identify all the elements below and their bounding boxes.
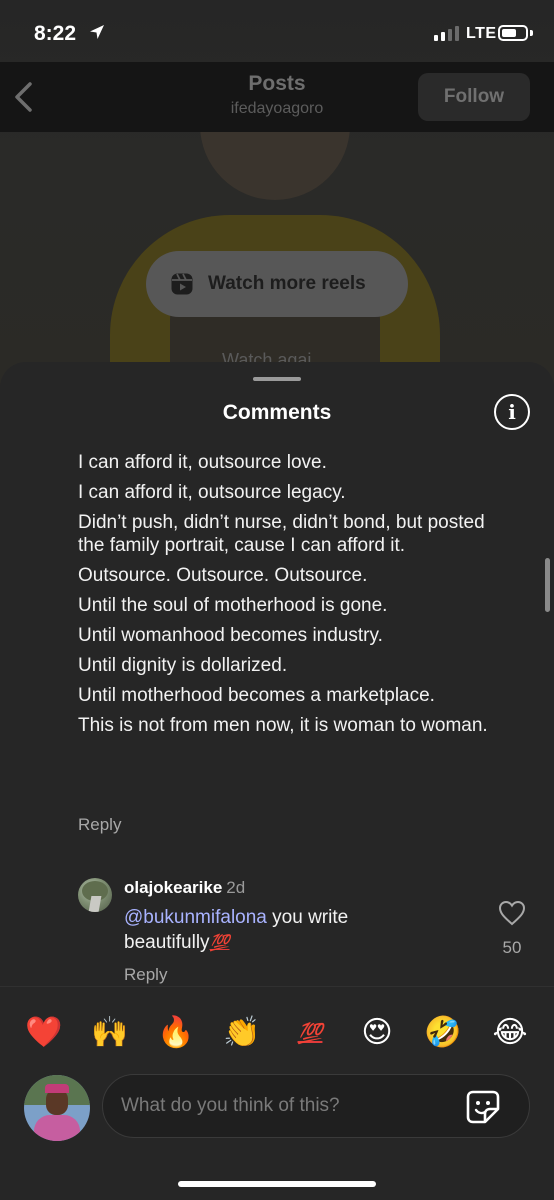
sheet-drag-handle[interactable]: [253, 377, 301, 381]
comment-composer-area: ❤️ 🙌 🔥 👏 💯 😍 🤣 😂: [0, 986, 554, 1200]
status-time: 8:22: [34, 22, 77, 45]
emoji-heart-eyes-button[interactable]: 😍: [357, 1013, 397, 1053]
comment-input[interactable]: [121, 1075, 451, 1137]
battery-tip: [530, 30, 533, 36]
reply-comment-text: @bukunmifalona you write beautifully💯: [124, 905, 454, 956]
top-navigation: Posts ifedayoagoro Follow: [0, 62, 554, 132]
comment-line: This is not from men now, it is woman to…: [78, 715, 488, 736]
comment-line: I can afford it, outsource love.: [78, 452, 327, 473]
info-icon[interactable]: i: [494, 394, 530, 430]
comment-line: Until the soul of motherhood is gone.: [78, 595, 388, 616]
emoji-clap-button[interactable]: 👏: [222, 1013, 262, 1053]
location-arrow-icon: [90, 25, 104, 39]
comment-line: Until dignity is dollarized.: [78, 655, 288, 676]
status-bar: 8:22 LTE: [0, 0, 554, 62]
reels-icon: [171, 273, 193, 295]
watch-more-reels-label: Watch more reels: [208, 273, 366, 294]
battery-icon: [498, 25, 528, 41]
mention-link[interactable]: @bukunmifalona: [124, 907, 267, 928]
heart-outline-icon[interactable]: [498, 900, 526, 926]
emoji-heart-button[interactable]: ❤️: [24, 1013, 64, 1053]
follow-button[interactable]: Follow: [418, 73, 530, 121]
sticker-icon[interactable]: [465, 1089, 501, 1125]
emoji-raising-hands-button[interactable]: 🙌: [90, 1013, 130, 1053]
emoji-joy-button[interactable]: 😂: [490, 1013, 530, 1053]
cell-signal-icon: [434, 25, 459, 41]
emoji-rofl-button[interactable]: 🤣: [423, 1013, 463, 1053]
username-text[interactable]: olajokearike: [124, 878, 222, 897]
comment-age: 2d: [226, 878, 246, 897]
comment-username[interactable]: olajokearike 2d: [124, 878, 245, 898]
watch-more-reels-button[interactable]: Watch more reels: [146, 251, 408, 317]
home-indicator[interactable]: [178, 1181, 376, 1187]
comment-line: Outsource. Outsource. Outsource.: [78, 565, 368, 586]
comment-line: Until motherhood becomes a marketplace.: [78, 685, 435, 706]
avatar[interactable]: [78, 878, 112, 912]
comment-line: I can afford it, outsource legacy.: [78, 482, 346, 503]
reel-figure-head: [200, 120, 350, 200]
comments-title: Comments: [222, 401, 332, 424]
comment-text: I can afford it, outsource love. I can a…: [78, 451, 488, 744]
emoji-hundred-button[interactable]: 💯: [290, 1013, 330, 1053]
comment-line: Didn’t push, didn’t nurse, didn’t bond, …: [78, 512, 485, 556]
reply-button[interactable]: Reply: [124, 965, 167, 985]
like-count: 50: [502, 938, 522, 957]
comment-line: Until womanhood becomes industry.: [78, 625, 383, 646]
comment-input-box[interactable]: [102, 1074, 530, 1138]
current-user-avatar: [24, 1075, 90, 1141]
reply-button[interactable]: Reply: [78, 815, 121, 835]
hundred-emoji: 💯: [209, 935, 230, 952]
network-type: LTE: [466, 25, 497, 42]
emoji-fire-button[interactable]: 🔥: [156, 1013, 196, 1053]
scrollbar[interactable]: [545, 558, 550, 612]
